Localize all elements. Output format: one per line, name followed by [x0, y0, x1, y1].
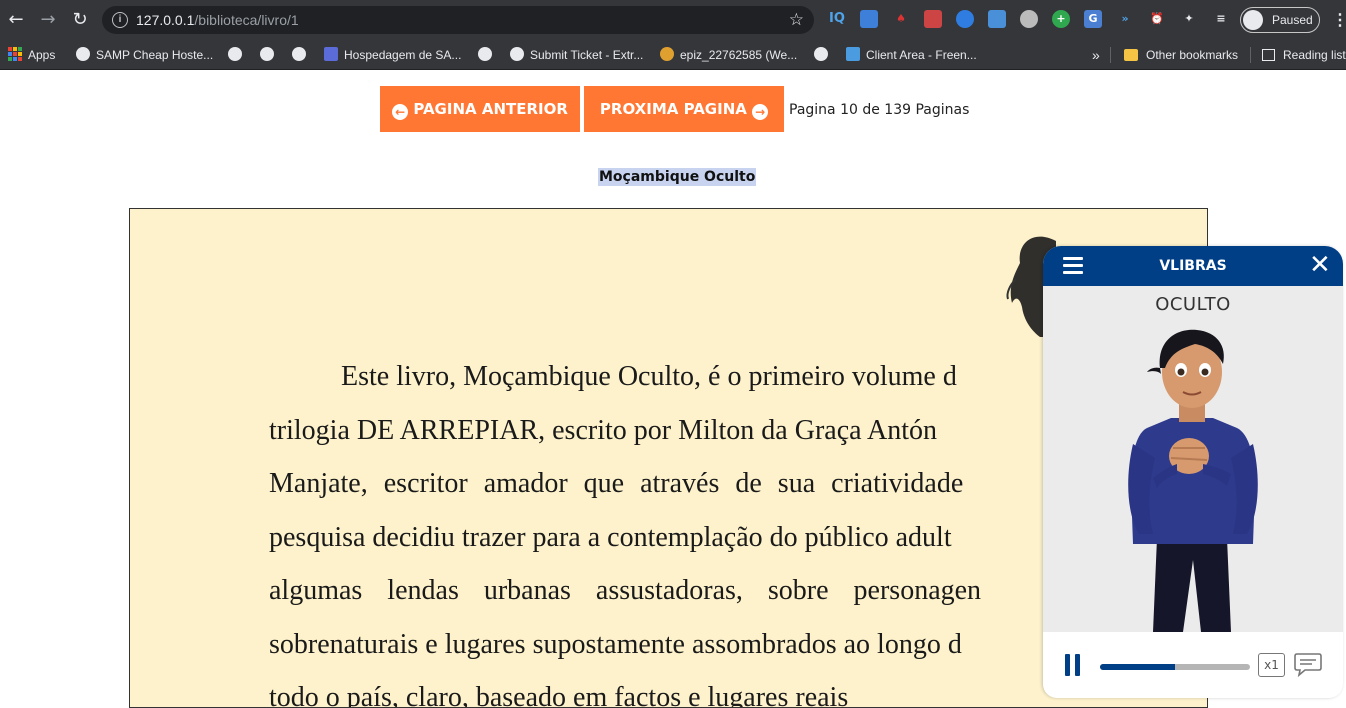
book-line: pesquisa decidiu trazer para a contempla… — [269, 521, 952, 553]
bookmark-other[interactable]: Other bookmarks — [1124, 44, 1238, 66]
browser-toolbar: ← → ↻ i 127.0.0.1/biblioteca/livro/1 ☆ I… — [0, 0, 1346, 40]
globe-icon — [228, 47, 242, 61]
mask-extension-icon[interactable]: ♠ — [892, 10, 910, 28]
alarm-extension-icon[interactable]: ⏰ — [1148, 10, 1166, 28]
translate-extension-icon[interactable]: G — [1084, 10, 1102, 28]
pause-icon[interactable] — [1065, 654, 1081, 676]
bookmark-globe-3[interactable] — [292, 44, 312, 66]
bookmark-submit-ticket[interactable]: Submit Ticket - Extr... — [510, 44, 643, 66]
book-title: Moçambique Oculto — [598, 168, 757, 186]
site-info-icon[interactable]: i — [112, 12, 128, 28]
bookmark-globe-5[interactable] — [814, 44, 834, 66]
url-path: /biblioteca/livro/1 — [194, 12, 299, 28]
wave-extension-icon[interactable]: » — [1116, 10, 1134, 28]
puzzle-extensions-icon[interactable]: ✦ — [1180, 10, 1198, 28]
bookmark-globe-1[interactable] — [228, 44, 248, 66]
playback-progress-bar[interactable] — [1100, 664, 1250, 670]
bookmark-label: Client Area - Freen... — [866, 48, 977, 62]
bookmark-globe-4[interactable] — [478, 44, 498, 66]
globe-icon — [260, 47, 274, 61]
globe-icon — [814, 47, 828, 61]
bookmark-reading-list[interactable]: Reading list — [1262, 44, 1346, 66]
vlibras-header: VLIBRAS ✕ — [1043, 246, 1343, 286]
bookmarks-overflow-chevron-icon[interactable]: » — [1092, 44, 1100, 66]
bookmark-label: Apps — [28, 48, 56, 62]
disc-extension-icon[interactable] — [1020, 10, 1038, 28]
url-text[interactable]: 127.0.0.1/biblioteca/livro/1 — [136, 12, 299, 28]
address-bar[interactable]: i 127.0.0.1/biblioteca/livro/1 ☆ — [102, 6, 814, 34]
apps-grid-icon — [8, 47, 22, 61]
back-arrow-icon[interactable]: ← — [4, 8, 28, 32]
book-line: sobrenaturais e lugares supostamente ass… — [269, 628, 962, 660]
bookmark-divider — [1250, 47, 1251, 63]
vlibras-controls: x1 — [1043, 632, 1343, 698]
arrow-right-circle-icon: → — [752, 104, 769, 120]
globe-icon — [76, 47, 90, 61]
bookmark-hospedagem[interactable]: Hospedagem de SA... — [324, 44, 461, 66]
forward-arrow-icon[interactable]: → — [36, 8, 60, 32]
add-extension-icon[interactable]: + — [1052, 10, 1070, 28]
vlibras-widget: VLIBRAS ✕ OCULTO x1 — [1043, 246, 1343, 698]
subtitles-icon[interactable] — [1293, 650, 1323, 678]
book-line: todo o país, claro, baseado em factos e … — [269, 682, 849, 708]
bookmark-label: Other bookmarks — [1146, 48, 1239, 62]
sign-language-avatar — [1128, 329, 1258, 632]
globe-extension-icon[interactable] — [956, 10, 974, 28]
bookmark-client-area[interactable]: Client Area - Freen... — [846, 44, 977, 66]
bookmark-globe-2[interactable] — [260, 44, 280, 66]
vlibras-title: VLIBRAS — [1159, 258, 1227, 274]
vlibras-gloss: OCULTO — [1155, 294, 1231, 315]
book-line: Manjate, escritor amador que através de … — [269, 468, 964, 499]
next-page-label: PROXIMA PAGINA — [599, 100, 747, 118]
previous-page-button[interactable]: ← PAGINA ANTERIOR — [380, 86, 580, 132]
book-line: algumas lendas urbanas assustadoras, sob… — [269, 575, 982, 606]
next-page-button[interactable]: PROXIMA PAGINA → — [584, 86, 784, 132]
bookmarks-bar: Apps SAMP Cheap Hoste... Hospedagem de S… — [0, 40, 1346, 70]
grid-extension-icon[interactable] — [988, 10, 1006, 28]
bookmark-samp[interactable]: SAMP Cheap Hoste... — [76, 44, 213, 66]
media-control-icon[interactable]: ≡ — [1212, 10, 1230, 28]
playback-progress-fill — [1100, 664, 1175, 670]
hosting-logo-icon — [324, 47, 338, 61]
book-line: Este livro, Moçambique Oculto, é o prime… — [341, 361, 957, 392]
arrow-left-circle-icon: ← — [392, 104, 409, 120]
previous-page-label: PAGINA ANTERIOR — [413, 100, 568, 118]
bookmark-label: Submit Ticket - Extr... — [530, 48, 644, 62]
bookmark-divider — [1110, 47, 1111, 63]
bookmark-apps[interactable]: Apps — [8, 44, 55, 66]
speed-button[interactable]: x1 — [1258, 653, 1285, 677]
bookmark-label: epiz_22762585 (We... — [680, 48, 798, 62]
avatar — [1243, 10, 1263, 30]
pdf-extension-icon[interactable] — [924, 10, 942, 28]
bookmark-star-icon[interactable]: ☆ — [789, 10, 804, 30]
bookmark-label: SAMP Cheap Hoste... — [96, 48, 214, 62]
bookmark-label: Hospedagem de SA... — [344, 48, 462, 62]
book-line: trilogia DE ARREPIAR, escrito por Milton… — [269, 414, 938, 446]
book-text: Este livro, Moçambique Oculto, é o prime… — [269, 350, 1049, 708]
profile-button[interactable]: Paused — [1240, 7, 1320, 33]
url-host: 127.0.0.1 — [136, 12, 195, 28]
iq-extension-icon[interactable]: IQ — [828, 10, 846, 28]
reading-list-icon — [1262, 49, 1275, 61]
close-icon[interactable]: ✕ — [1309, 250, 1331, 280]
globe-icon — [510, 47, 524, 61]
profile-status: Paused — [1272, 13, 1313, 27]
bookmark-label: Reading list — [1283, 48, 1346, 62]
screen-recorder-extension-icon[interactable] — [860, 10, 878, 28]
folder-icon — [1124, 49, 1138, 61]
bookmark-epiz[interactable]: epiz_22762585 (We... — [660, 44, 797, 66]
browser-menu-icon[interactable]: ⋮ — [1332, 10, 1346, 30]
globe-icon — [292, 47, 306, 61]
freenom-logo-icon — [846, 47, 860, 61]
infinity-logo-icon — [660, 47, 674, 61]
reload-icon[interactable]: ↻ — [68, 8, 92, 32]
page-counter: Pagina 10 de 139 Paginas — [789, 102, 970, 118]
globe-icon — [478, 47, 492, 61]
